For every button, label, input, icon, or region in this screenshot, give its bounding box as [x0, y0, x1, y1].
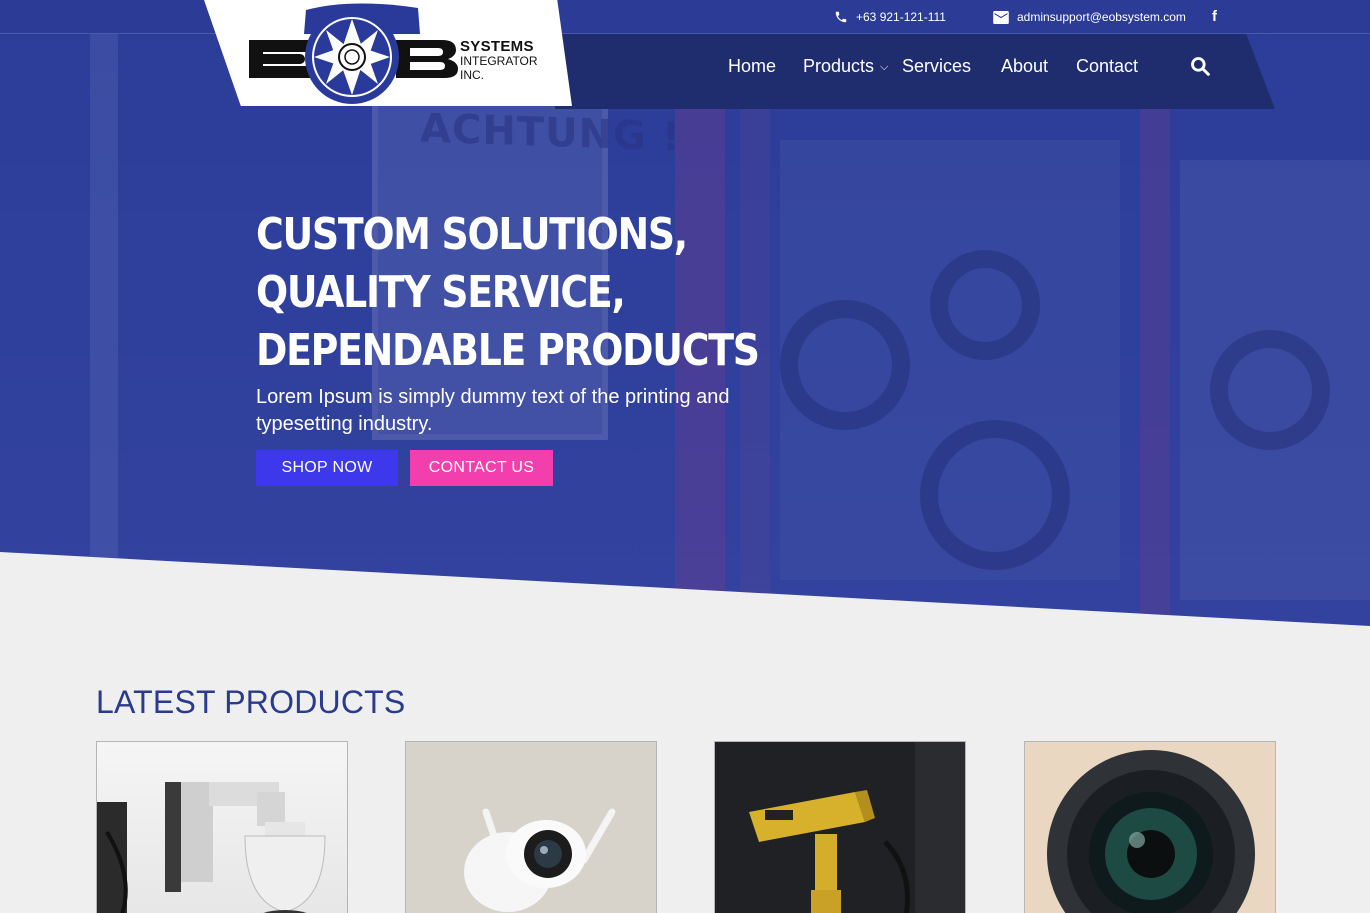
hero-headline: CUSTOM SOLUTIONS, QUALITY SERVICE, DEPEN… — [256, 206, 760, 380]
phone-icon — [835, 11, 847, 23]
ptz-camera-image — [97, 782, 326, 913]
mail-icon — [993, 10, 1009, 24]
hero-bg-lens — [1210, 330, 1330, 450]
logo-line-integrator: INTEGRATOR — [460, 54, 538, 68]
top-contact-bar: +63 921-121-111 adminsupport@eobsystem.c… — [0, 0, 1370, 34]
nav-services[interactable]: Services — [902, 56, 971, 77]
logo-line-systems: SYSTEMS — [460, 38, 534, 55]
hero-bg-sign-text: ACHTUNG ! — [420, 105, 682, 161]
nav-contact[interactable]: Contact — [1076, 56, 1138, 77]
product-card-lens[interactable] — [1024, 741, 1276, 913]
email-contact[interactable]: adminsupport@eobsystem.com — [993, 10, 1186, 24]
shop-now-button[interactable]: SHOP NOW — [256, 450, 398, 486]
email-address: adminsupport@eobsystem.com — [1017, 10, 1186, 24]
hero-headline-line: DEPENDABLE PRODUCTS — [256, 325, 760, 376]
lens-image — [1025, 742, 1275, 913]
hero-bg-lens — [780, 300, 910, 430]
hero-bg-frame — [1140, 100, 1170, 620]
eob-logo[interactable] — [246, 2, 460, 106]
logo-text: SYSTEMS INTEGRATOR INC. — [460, 38, 538, 82]
hero-bg-pole — [90, 30, 118, 590]
hero-headline-line: QUALITY SERVICE, — [256, 267, 626, 318]
facebook-icon[interactable]: f — [1212, 8, 1217, 25]
nav-home[interactable]: Home — [728, 56, 776, 77]
product-card-wifi-camera[interactable] — [405, 741, 657, 913]
nav-about[interactable]: About — [1001, 56, 1048, 77]
latest-products-title: LATEST PRODUCTS — [96, 684, 406, 720]
wifi-camera-image — [406, 742, 656, 913]
bullet-camera-image — [715, 742, 965, 913]
hero-bg-lens — [930, 250, 1040, 360]
chevron-down-icon: ⌵ — [880, 61, 889, 73]
hero-bg-lens — [920, 420, 1070, 570]
nav-products[interactable]: Products ⌵ — [803, 56, 888, 77]
nav-products-label: Products — [803, 56, 875, 76]
contact-us-button[interactable]: CONTACT US — [410, 450, 553, 486]
product-card-ptz-camera[interactable] — [96, 741, 348, 913]
hero-subtext: Lorem Ipsum is simply dummy text of the … — [256, 386, 730, 435]
phone-number: +63 921-121-111 — [856, 10, 946, 24]
product-card-bullet-camera[interactable] — [714, 741, 966, 913]
logo-line-inc: INC. — [460, 68, 484, 82]
phone-contact[interactable]: +63 921-121-111 — [834, 10, 946, 24]
search-icon[interactable] — [1190, 56, 1210, 76]
hero-headline-line: CUSTOM SOLUTIONS, — [256, 209, 688, 260]
